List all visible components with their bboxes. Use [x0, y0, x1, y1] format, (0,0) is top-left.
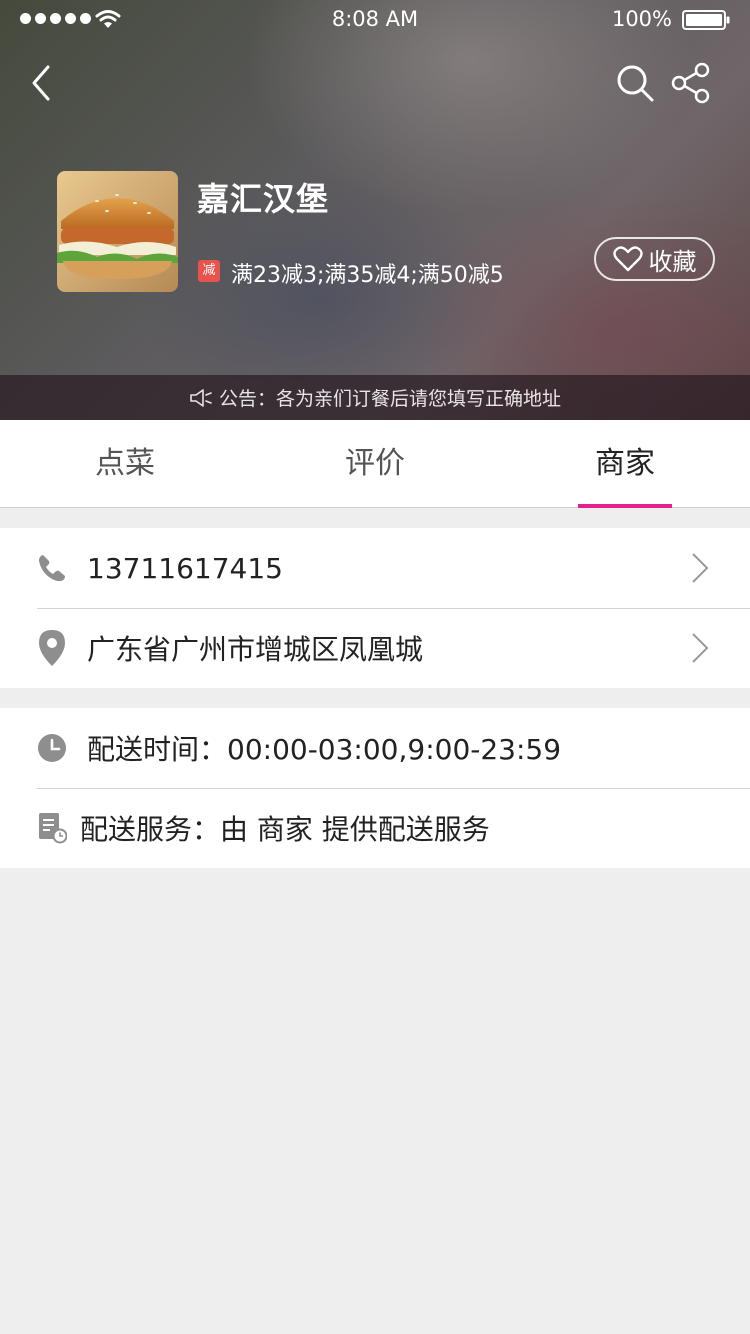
phone-row[interactable]: 13711617415 — [0, 528, 750, 608]
tab-label: 评价 — [345, 446, 405, 481]
store-address: 广东省广州市增城区凤凰城 — [87, 633, 424, 666]
tab-label: 商家 — [595, 446, 655, 481]
tab-label: 点菜 — [95, 446, 155, 481]
burger-image — [57, 171, 178, 292]
delivery-service-row: 配送服务：由 商家 提供配送服务 — [0, 788, 750, 868]
battery-percent: 100% — [611, 7, 672, 31]
document-clock-icon — [39, 813, 67, 844]
chevron-right-icon — [692, 633, 709, 663]
store-logo — [57, 171, 178, 292]
search-icon[interactable] — [612, 60, 658, 106]
delivery-section: 配送时间：00:00-03:00,9:00-23:59 配送服务：由 商家 提供… — [0, 708, 750, 868]
chevron-right-icon — [692, 553, 709, 583]
notice-bar: 公告：各为亲们订餐后请您填写正确地址 — [0, 375, 750, 420]
phone-icon — [39, 555, 65, 582]
phone-number: 13711617415 — [87, 551, 283, 585]
tab-bar: 点菜 评价 商家 — [0, 420, 750, 508]
tab-merchant[interactable]: 商家 — [500, 420, 750, 508]
speaker-icon — [190, 388, 212, 407]
store-name: 嘉汇汉堡 — [197, 180, 330, 218]
heart-icon — [612, 246, 643, 272]
back-button[interactable] — [22, 58, 62, 108]
delivery-time-row: 配送时间：00:00-03:00,9:00-23:59 — [0, 708, 750, 788]
favorite-button[interactable]: 收藏 — [594, 237, 715, 281]
promotions-text: 满23减3;满35减4;满50减5 — [231, 263, 504, 288]
battery-icon — [682, 10, 730, 30]
location-pin-icon — [39, 630, 65, 666]
tab-reviews[interactable]: 评价 — [250, 420, 500, 507]
share-icon[interactable] — [668, 60, 714, 106]
delivery-service: 配送服务：由 商家 提供配送服务 — [80, 813, 490, 846]
address-row[interactable]: 广东省广州市增城区凤凰城 — [0, 608, 750, 688]
clock-icon — [38, 734, 66, 762]
delivery-time: 配送时间：00:00-03:00,9:00-23:59 — [87, 733, 562, 766]
favorite-label: 收藏 — [648, 247, 697, 276]
notice-text: 公告：各为亲们订餐后请您填写正确地址 — [218, 388, 561, 410]
promo-badge: 减 — [198, 260, 220, 282]
active-tab-indicator — [578, 504, 672, 508]
contact-section: 13711617415 广东省广州市增城区凤凰城 — [0, 528, 750, 688]
store-header: 8:08 AM 100% 嘉汇汉堡 减 满23减3;满35减4;满50减5 收藏… — [0, 0, 750, 420]
status-bar: 8:08 AM 100% — [0, 0, 750, 40]
tab-menu[interactable]: 点菜 — [0, 420, 250, 507]
